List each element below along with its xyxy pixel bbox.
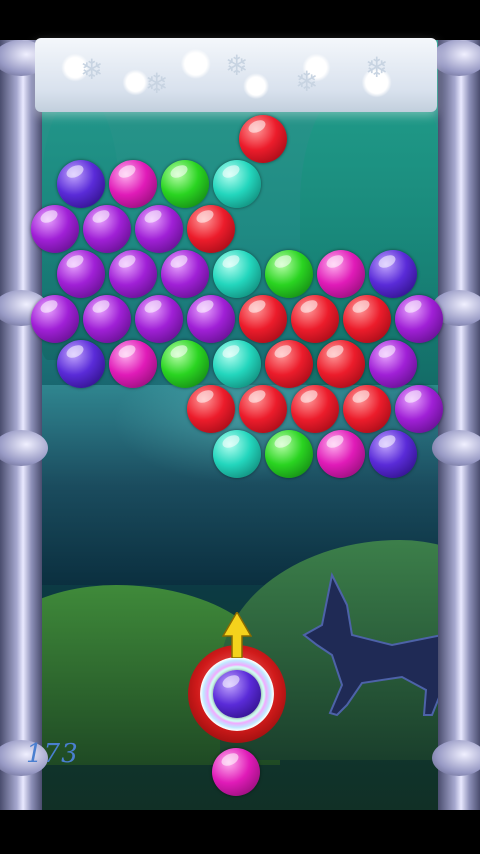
right-pillar (432, 40, 480, 810)
bubble-green (161, 160, 209, 208)
bubble-red (239, 385, 287, 433)
bubble-violet (57, 160, 105, 208)
snowflake-icon: ❄ (145, 67, 169, 100)
bubble-magenta (109, 160, 157, 208)
bubble-magenta (317, 430, 365, 478)
bubble-purple (31, 205, 79, 253)
bubble-teal (213, 430, 261, 478)
bubble-green (265, 430, 313, 478)
bubble-purple (83, 295, 131, 343)
bubble-red (239, 115, 287, 163)
bubble-purple (135, 295, 183, 343)
frost-ceiling: ❄ ❄ ❄ ❄ ❄ (35, 38, 437, 112)
bubble-red (291, 385, 339, 433)
bubble-purple (57, 250, 105, 298)
bubble-red (343, 385, 391, 433)
snowflake-icon: ❄ (295, 65, 319, 98)
loaded-bubble (213, 670, 261, 718)
bubble-red (343, 295, 391, 343)
snowflake-icon: ❄ (225, 49, 249, 82)
snowflake-icon: ❄ (80, 53, 104, 86)
bubble-green (265, 250, 313, 298)
bubble-purple (395, 295, 443, 343)
game-screen[interactable]: ❄ ❄ ❄ ❄ ❄ 173 (0, 0, 480, 854)
bubble-purple (395, 385, 443, 433)
bubble-teal (213, 250, 261, 298)
next-bubble (212, 748, 260, 796)
bubble-green (161, 340, 209, 388)
bubble-teal (213, 340, 261, 388)
shooter[interactable] (188, 645, 286, 743)
bubble-purple (135, 205, 183, 253)
bubble-teal (213, 160, 261, 208)
bubble-red (239, 295, 287, 343)
forest-tree (300, 80, 450, 390)
bubble-magenta (109, 340, 157, 388)
bubble-purple (369, 340, 417, 388)
bubble-red (291, 295, 339, 343)
bubble-red (187, 385, 235, 433)
bubble-violet (369, 430, 417, 478)
snowflake-icon: ❄ (365, 51, 389, 84)
bubble-violet (57, 340, 105, 388)
bubble-purple (83, 205, 131, 253)
bubble-violet (369, 250, 417, 298)
bubble-red (317, 340, 365, 388)
bubble-purple (161, 250, 209, 298)
left-pillar (0, 40, 48, 810)
aim-arrow-icon[interactable] (222, 612, 252, 658)
bubble-purple (31, 295, 79, 343)
bubble-purple (187, 295, 235, 343)
score-counter: 173 (26, 739, 79, 769)
bubble-red (265, 340, 313, 388)
bubble-red (187, 205, 235, 253)
bubble-magenta (317, 250, 365, 298)
bubble-purple (109, 250, 157, 298)
